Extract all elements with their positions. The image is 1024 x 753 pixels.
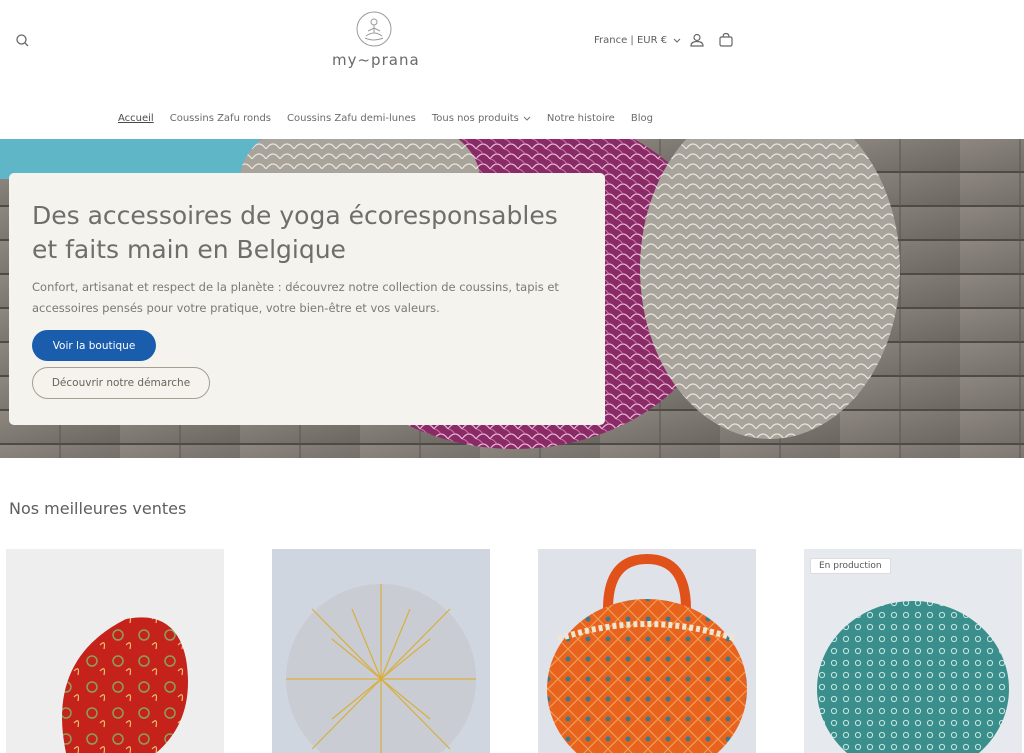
product-card[interactable] [272,549,490,753]
product-image [538,549,756,753]
product-card[interactable] [6,549,224,753]
chevron-down-icon [673,38,681,43]
approach-button[interactable]: Découvrir notre démarche [32,367,210,399]
hero-card: Des accessoires de yoga écoresponsables … [9,173,605,425]
product-image [6,549,224,753]
nav-item-coussins-zafu-ronds[interactable]: Coussins Zafu ronds [170,113,271,124]
locale-selector[interactable]: France | EUR € [594,35,681,46]
nav-item-notre-histoire[interactable]: Notre histoire [547,113,615,124]
section-title: Nos meilleures ventes [9,499,187,518]
nav-item-accueil[interactable]: Accueil [118,113,154,124]
locale-label: France | EUR € [594,35,668,46]
shop-button[interactable]: Voir la boutique [32,330,156,361]
nav-item-blog[interactable]: Blog [631,113,653,124]
main-nav: Accueil Coussins Zafu ronds Coussins Zaf… [118,113,653,124]
hero-text: Confort, artisanat et respect de la plan… [32,280,559,315]
cart-icon[interactable] [718,32,734,48]
status-badge: En production [810,558,891,574]
product-image [804,549,1022,753]
product-card[interactable]: En production [804,549,1022,753]
nav-item-tous-nos-produits[interactable]: Tous nos produits [432,113,531,124]
hero-title: Des accessoires de yoga écoresponsables … [32,201,558,264]
account-icon[interactable] [689,32,705,48]
site-header: my~prana France | EUR € Accueil Coussins… [0,0,1024,139]
product-card[interactable] [538,549,756,753]
product-image [272,549,490,753]
logo-text: my~prana [332,51,420,69]
search-icon[interactable] [14,32,32,50]
chevron-down-icon [523,116,531,121]
hero-banner: Des accessoires de yoga écoresponsables … [0,139,1024,458]
nav-item-coussins-zafu-demi-lunes[interactable]: Coussins Zafu demi-lunes [287,113,416,124]
nav-item-label: Tous nos produits [431,113,519,124]
